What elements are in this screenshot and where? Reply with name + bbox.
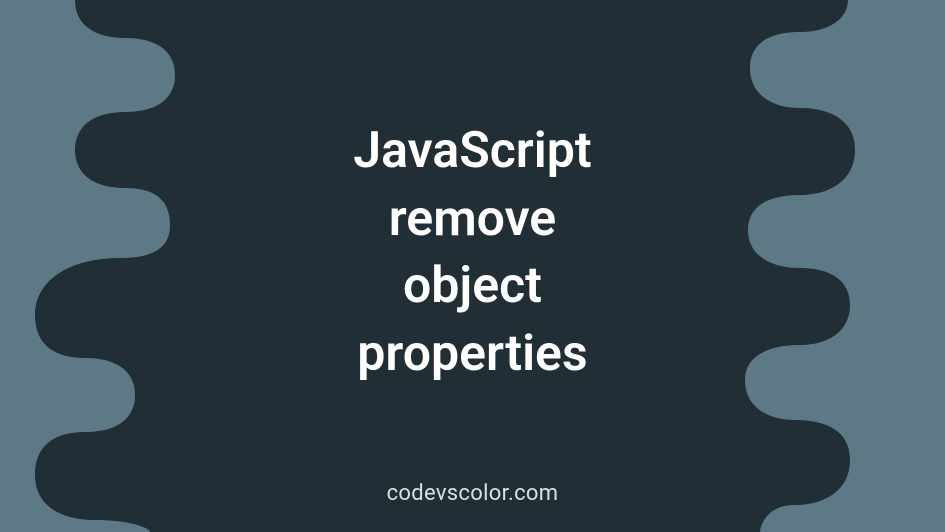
attribution-text: codevscolor.com xyxy=(387,481,559,506)
title-text: JavaScript remove object properties xyxy=(353,118,591,388)
hero-graphic: JavaScript remove object properties code… xyxy=(0,0,945,532)
